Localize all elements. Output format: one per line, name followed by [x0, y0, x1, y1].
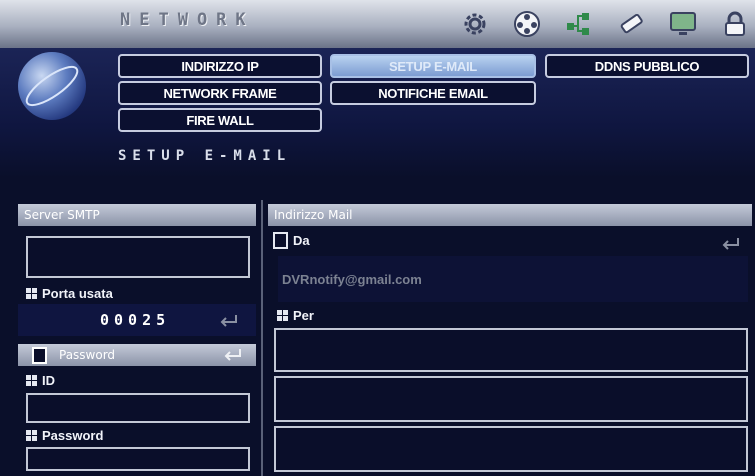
password-label-row: Password — [26, 428, 103, 443]
password-toggle-row[interactable]: Password — [18, 344, 256, 366]
smtp-server-input[interactable] — [26, 236, 250, 278]
enter-icon[interactable] — [218, 313, 238, 327]
top-icon-toolbar — [455, 6, 755, 42]
port-label: Porta usata — [42, 286, 113, 301]
monitor-icon[interactable] — [663, 6, 703, 42]
usb-stick-icon[interactable] — [611, 6, 651, 42]
grip-icon — [26, 430, 37, 441]
from-checkbox[interactable] — [273, 232, 288, 249]
tab-indirizzo-ip[interactable]: INDIRIZZO IP — [118, 54, 322, 78]
password-label: Password — [42, 428, 104, 443]
port-value[interactable]: 00025 — [100, 311, 170, 329]
tab-setup-email[interactable]: SETUP E-MAIL — [330, 54, 536, 78]
grip-icon — [277, 310, 288, 321]
password-toggle-label: Password — [59, 348, 116, 362]
gear-icon[interactable] — [455, 6, 495, 42]
film-reel-icon[interactable] — [507, 6, 547, 42]
to-input-2[interactable] — [274, 376, 748, 422]
section-title: SETUP E-MAIL — [118, 148, 292, 164]
to-input-3[interactable] — [274, 426, 748, 472]
lock-icon[interactable] — [715, 6, 755, 42]
to-label-row: Per — [277, 308, 314, 323]
tab-notifiche-email[interactable]: NOTIFICHE EMAIL — [330, 81, 536, 105]
to-input-1[interactable] — [274, 328, 748, 372]
from-row: Da — [273, 232, 310, 249]
globe-icon — [18, 52, 86, 120]
password-checkbox[interactable] — [32, 346, 47, 364]
password-input[interactable] — [26, 447, 250, 471]
from-label: Da — [293, 233, 310, 248]
from-value[interactable]: DVRnotify@gmail.com — [282, 272, 422, 287]
id-label: ID — [42, 373, 55, 388]
network-icon[interactable] — [559, 6, 599, 42]
enter-icon[interactable] — [222, 347, 242, 361]
top-bar: NETWORK — [0, 0, 755, 48]
enter-icon[interactable] — [720, 236, 740, 250]
tab-fire-wall[interactable]: FIRE WALL — [118, 108, 322, 132]
grip-icon — [26, 288, 37, 299]
panel-divider — [261, 200, 263, 476]
tab-ddns-pubblico[interactable]: DDNS PUBBLICO — [545, 54, 749, 78]
grip-icon — [26, 375, 37, 386]
id-input[interactable] — [26, 393, 250, 423]
mail-address-header: Indirizzo Mail — [268, 204, 752, 226]
page-title: NETWORK — [120, 10, 255, 30]
to-label: Per — [293, 308, 314, 323]
id-label-row: ID — [26, 373, 55, 388]
smtp-server-header: Server SMTP — [18, 204, 256, 226]
tab-network-frame[interactable]: NETWORK FRAME — [118, 81, 322, 105]
port-label-row: Porta usata — [26, 286, 113, 301]
